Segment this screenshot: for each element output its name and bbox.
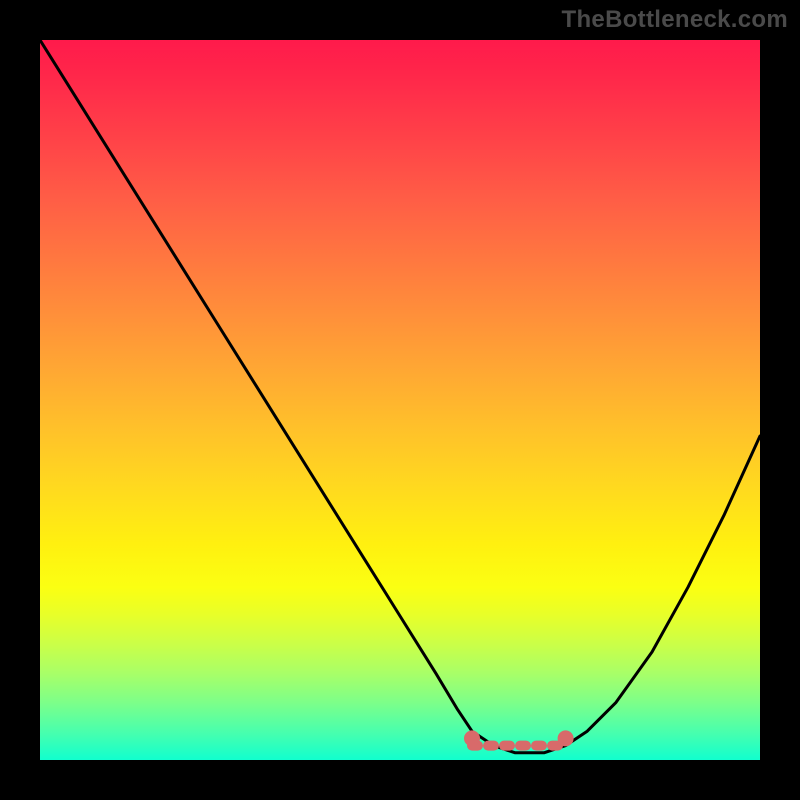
watermark-text: TheBottleneck.com (562, 6, 788, 34)
chart-container: TheBottleneck.com (0, 0, 800, 800)
plot-area (40, 40, 760, 760)
gradient-background (40, 40, 760, 760)
